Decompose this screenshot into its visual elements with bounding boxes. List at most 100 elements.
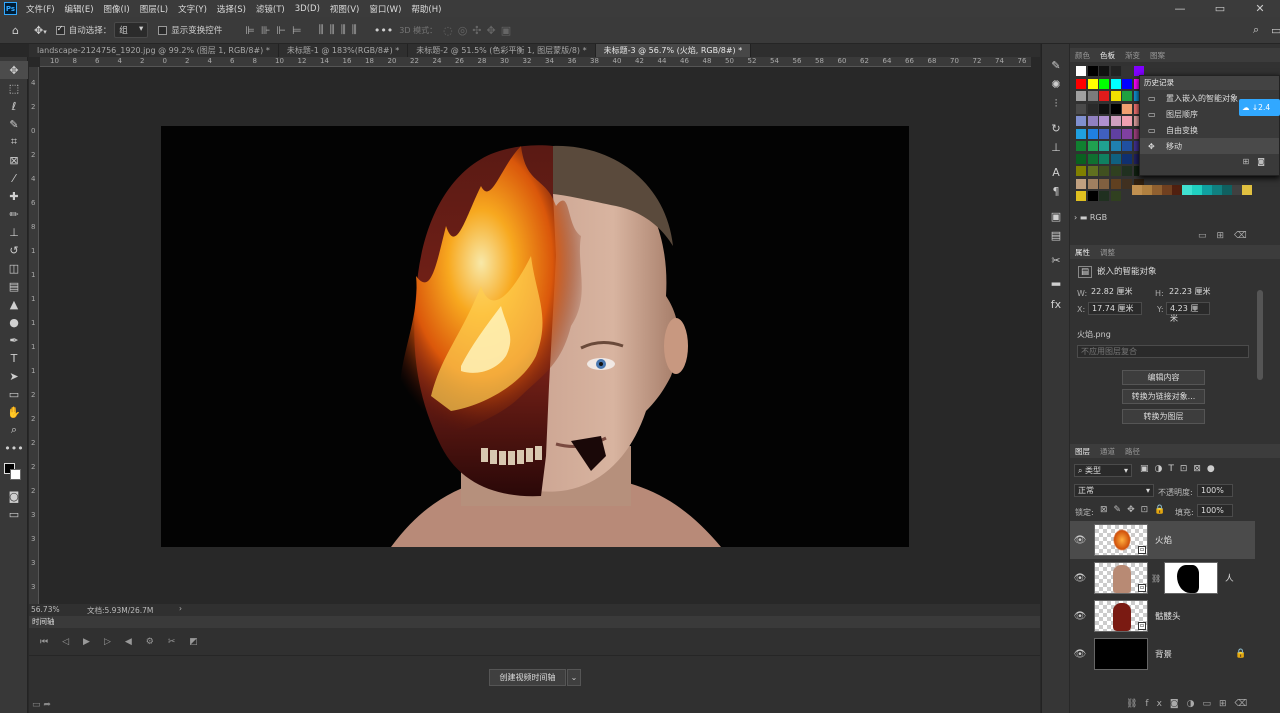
- swatch-group-rgb[interactable]: › ▬ RGB: [1074, 213, 1107, 222]
- play-icon[interactable]: ▶: [83, 637, 90, 647]
- swatch[interactable]: [1099, 166, 1109, 176]
- adjust-icon[interactable]: ⫶: [1042, 94, 1070, 113]
- swatch[interactable]: [1222, 185, 1232, 195]
- next-frame-icon[interactable]: ▷: [104, 637, 111, 647]
- more-options-icon[interactable]: •••: [374, 24, 393, 37]
- more-tools-icon[interactable]: •••: [0, 439, 28, 457]
- menu-window[interactable]: 窗口(W): [364, 3, 406, 15]
- clone-source-icon[interactable]: ⊥: [1042, 138, 1070, 157]
- fill-field[interactable]: 100%: [1197, 504, 1233, 517]
- swatch[interactable]: [1076, 153, 1086, 164]
- paragraph-icon[interactable]: ¶: [1042, 182, 1070, 201]
- swatch[interactable]: [1099, 66, 1109, 76]
- height-field[interactable]: 22.23 厘米: [1166, 286, 1218, 299]
- history-actions[interactable]: ⊞◙: [1140, 157, 1279, 166]
- show-transform-checkbox[interactable]: 显示变换控件: [158, 24, 222, 36]
- swatch[interactable]: [1076, 78, 1086, 89]
- eyedropper-tool-icon[interactable]: ⁄: [0, 169, 28, 187]
- menu-edit[interactable]: 编辑(E): [60, 3, 99, 15]
- create-video-timeline-button[interactable]: 创建视频时间轴: [489, 669, 566, 686]
- layer-actions[interactable]: ⛓fx◙◑▭⊞⌫: [1126, 699, 1255, 709]
- tab-swatches[interactable]: 色板: [1095, 50, 1120, 61]
- swatch[interactable]: [1099, 103, 1109, 114]
- edit-contents-button[interactable]: 编辑内容: [1122, 370, 1205, 385]
- swatch[interactable]: [1087, 141, 1098, 151]
- swatch[interactable]: [1076, 141, 1086, 151]
- lasso-tool-icon[interactable]: ℓ: [0, 97, 28, 115]
- color-swatches[interactable]: [0, 457, 28, 487]
- eraser-tool-icon[interactable]: ◫: [0, 259, 28, 277]
- swatch[interactable]: [1099, 91, 1109, 101]
- swatch[interactable]: [1122, 128, 1132, 139]
- path-select-icon[interactable]: ➤: [0, 367, 28, 385]
- timeline-footer-icons[interactable]: ▭ ➦: [32, 700, 51, 710]
- cloud-sync-badge[interactable]: ☁ ↓2.4: [1239, 99, 1280, 116]
- swatch[interactable]: [1192, 185, 1202, 195]
- history-item-selected[interactable]: ✥ 移动: [1140, 138, 1279, 154]
- swatch[interactable]: [1076, 178, 1086, 189]
- swatch[interactable]: [1110, 103, 1121, 114]
- layer-filter-icons[interactable]: ▣◑T⊡⊠●: [1140, 464, 1221, 474]
- layer-filter-select[interactable]: ⌕ 类型 ▾: [1074, 464, 1132, 477]
- menu-help[interactable]: 帮助(H): [406, 3, 446, 15]
- history-item[interactable]: ▭ 自由变换: [1140, 122, 1279, 138]
- home-icon[interactable]: ⌂: [12, 24, 19, 37]
- width-field[interactable]: 22.82 厘米: [1088, 286, 1140, 299]
- layer-name[interactable]: 人: [1225, 572, 1234, 584]
- swatch[interactable]: [1076, 66, 1086, 76]
- swatch[interactable]: [1182, 185, 1192, 195]
- eye-icon[interactable]: 👁: [1070, 611, 1090, 622]
- swatch[interactable]: [1087, 78, 1098, 89]
- distribute-icons[interactable]: ⫼⫼⫼⫼: [319, 23, 363, 37]
- workspace-icon[interactable]: ▭: [1271, 24, 1280, 37]
- swatch[interactable]: [1122, 141, 1132, 151]
- move-tool-icon[interactable]: ✥▾: [34, 24, 47, 37]
- swatch[interactable]: [1099, 141, 1109, 151]
- properties-icon[interactable]: ▤: [1042, 226, 1070, 245]
- menu-file[interactable]: 文件(F): [21, 3, 60, 15]
- first-frame-icon[interactable]: ⏮: [40, 637, 48, 647]
- dodge-tool-icon[interactable]: ●: [0, 313, 28, 331]
- tab-untitled-2[interactable]: 未标题-2 @ 51.5% (色彩平衡 1, 图层蒙版/8) *: [408, 44, 596, 57]
- swatch[interactable]: [1076, 128, 1086, 139]
- layer-row-person[interactable]: 👁 ▫ ⛓ 人: [1070, 559, 1255, 597]
- menu-type[interactable]: 文字(Y): [173, 3, 212, 15]
- swatch[interactable]: [1132, 185, 1142, 195]
- tab-adjustments[interactable]: 调整: [1095, 247, 1120, 258]
- hand-tool-icon[interactable]: ✋: [0, 403, 28, 421]
- swatch[interactable]: [1087, 66, 1098, 76]
- swatch[interactable]: [1152, 185, 1162, 195]
- swatch[interactable]: [1232, 185, 1242, 195]
- swatch[interactable]: [1122, 178, 1132, 189]
- swatch[interactable]: [1110, 141, 1121, 151]
- swatch[interactable]: [1122, 116, 1132, 126]
- libraries-icon[interactable]: ▣: [1042, 207, 1070, 226]
- crop-tool-icon[interactable]: ⌗: [0, 133, 28, 151]
- swatch[interactable]: [1122, 78, 1132, 89]
- tab-layers[interactable]: 图层: [1070, 446, 1095, 457]
- swatch-actions[interactable]: ▭⊞⌫: [1198, 231, 1257, 241]
- chevron-down-icon[interactable]: ⌄: [567, 669, 581, 686]
- close-button[interactable]: ✕: [1240, 0, 1280, 17]
- swatch[interactable]: [1110, 91, 1121, 101]
- swatch[interactable]: [1087, 116, 1098, 126]
- pen-tool-icon[interactable]: ✒: [0, 331, 28, 349]
- layer-mask-thumbnail[interactable]: [1164, 562, 1219, 594]
- swatch-tail[interactable]: [1132, 184, 1252, 198]
- type-tool-icon[interactable]: T: [0, 349, 28, 367]
- swatch[interactable]: [1099, 178, 1109, 189]
- swatch[interactable]: [1076, 116, 1086, 126]
- swatch[interactable]: [1110, 191, 1121, 201]
- swatch[interactable]: [1087, 153, 1098, 164]
- tab-patterns[interactable]: 图案: [1145, 50, 1170, 61]
- brush-tool-icon[interactable]: ✏: [0, 205, 28, 223]
- tab-untitled-1[interactable]: 未标题-1 @ 183%(RGB/8#) *: [278, 44, 409, 57]
- menu-layer[interactable]: 图层(L): [135, 3, 173, 15]
- opacity-field[interactable]: 100%: [1197, 484, 1233, 497]
- eye-icon[interactable]: 👁: [1070, 573, 1090, 584]
- swatch[interactable]: [1122, 91, 1132, 101]
- auto-select-dropdown[interactable]: 组 ▾: [114, 22, 149, 38]
- tab-properties[interactable]: 属性: [1070, 247, 1095, 258]
- swatch[interactable]: [1122, 66, 1132, 76]
- align-icons[interactable]: ⊫⊪⊩⊨: [245, 24, 307, 37]
